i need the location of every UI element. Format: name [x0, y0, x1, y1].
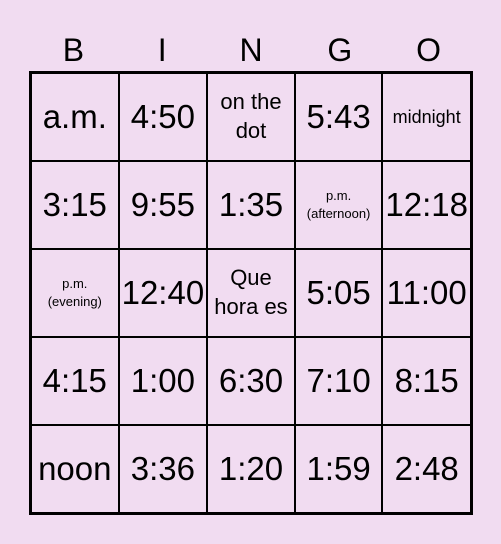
bingo-cell[interactable]: 12:18 — [382, 161, 471, 249]
bingo-cell[interactable]: 6:30 — [207, 337, 295, 425]
header-letter-i: I — [157, 32, 167, 68]
bingo-cell[interactable]: 1:35 — [207, 161, 295, 249]
bingo-cell[interactable]: midnight — [382, 73, 471, 161]
bingo-grid: a.m. 4:50 on the dot 5:43 midnight 3:15 9:55 1:… — [29, 71, 473, 515]
bingo-cell[interactable]: 4:50 — [118, 73, 208, 161]
bingo-cell[interactable]: a.m. — [31, 73, 119, 161]
bingo-cell[interactable]: 9:55 — [118, 161, 208, 249]
bingo-cell[interactable]: 3:36 — [118, 425, 208, 513]
bingo-header: B I N G O — [29, 28, 473, 72]
bingo-cell[interactable]: 3:15 — [31, 161, 119, 249]
bingo-cell[interactable]: 1:00 — [118, 337, 208, 425]
bingo-cell[interactable]: 2:48 — [382, 425, 471, 513]
bingo-cell[interactable]: 1:59 — [294, 425, 383, 513]
bingo-cell[interactable]: 12:40 — [118, 249, 208, 337]
bingo-cell[interactable]: 4:15 — [31, 337, 119, 425]
header-letter-n: N — [239, 32, 263, 68]
header-letter-b: B — [62, 32, 85, 68]
bingo-cell[interactable]: on the dot — [207, 73, 295, 161]
bingo-cell[interactable]: p.m. (afternoon) — [294, 161, 383, 249]
bingo-cell[interactable]: p.m. (evening) — [31, 249, 119, 337]
bingo-cell[interactable]: 5:05 — [294, 249, 383, 337]
bingo-cell[interactable]: 11:00 — [382, 249, 471, 337]
header-letter-g: G — [327, 32, 353, 68]
bingo-cell[interactable]: noon — [31, 425, 119, 513]
bingo-cell[interactable]: 5:43 — [294, 73, 383, 161]
bingo-cell[interactable]: Que hora es — [207, 249, 295, 337]
bingo-cell[interactable]: 7:10 — [294, 337, 383, 425]
bingo-cell[interactable]: 8:15 — [382, 337, 471, 425]
header-letter-o: O — [416, 32, 442, 68]
bingo-cell[interactable]: 1:20 — [207, 425, 295, 513]
